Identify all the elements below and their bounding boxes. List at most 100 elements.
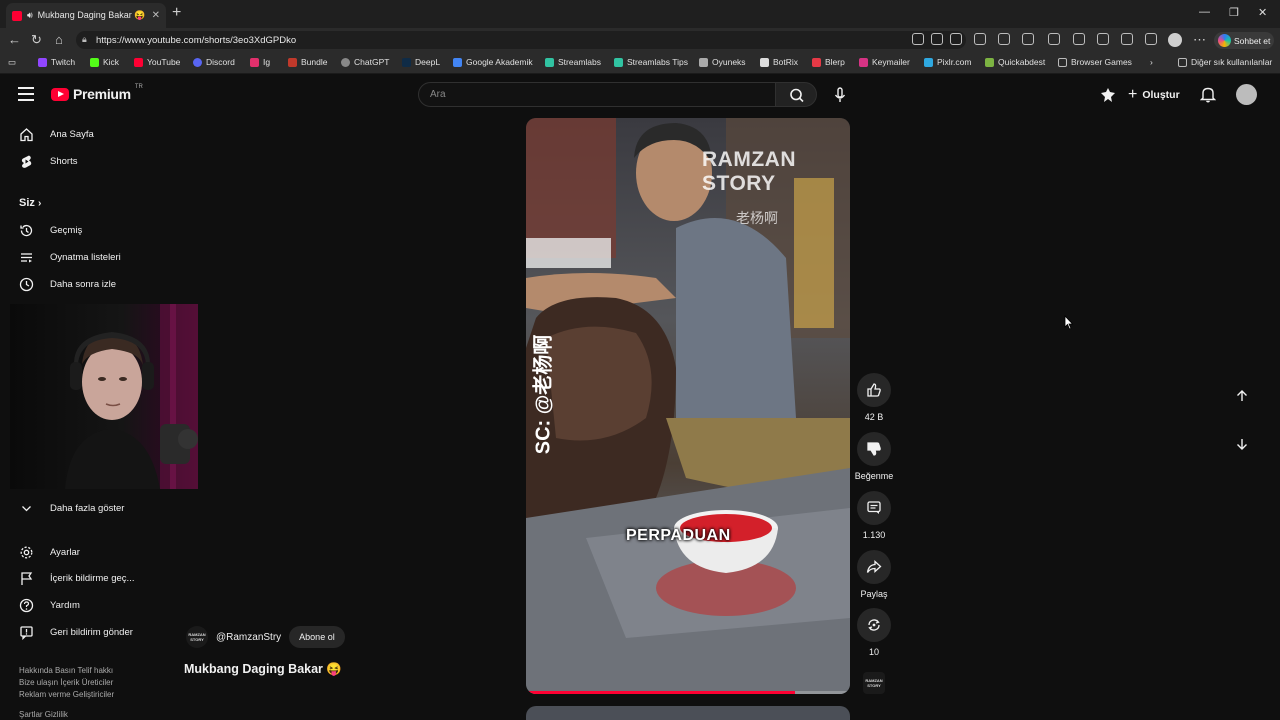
account-avatar[interactable] (1236, 84, 1257, 105)
streamlabs-icon (614, 57, 623, 67)
sidebar-item-feedback[interactable]: Geri bildirim gönder (19, 621, 159, 643)
refresh-button[interactable]: ↻ (31, 32, 42, 48)
favorites-icon[interactable] (1073, 33, 1085, 45)
url-text: https://www.youtube.com/shorts/3eo3XdGPD… (96, 34, 297, 46)
bookmark-youtube[interactable]: YouTube (134, 57, 180, 67)
premium-extension-icon[interactable] (1100, 87, 1116, 108)
extension-icon[interactable] (974, 33, 986, 45)
next-short-button[interactable] (1226, 428, 1258, 460)
sidebar-item-playlists[interactable]: Oynatma listeleri (19, 246, 159, 268)
bookmark-chatgpt[interactable]: ChatGPT (341, 57, 389, 67)
sidebar-section-you[interactable]: Siz › (19, 197, 41, 209)
video-title[interactable]: Mukbang Daging Bakar 😝 (184, 662, 342, 677)
shorts-video-player[interactable]: RAMZAN STORY 老杨啊 SC: @老杨啊 PERPADUAN (526, 118, 850, 694)
channel-row: RAMZAN STORY @RamzanStry Abone ol (186, 626, 345, 648)
bookmark-quickabdest[interactable]: Quickabdest (985, 57, 1045, 67)
sidebar-item-watch-later[interactable]: Daha sonra izle (19, 273, 159, 295)
sidebar-item-help[interactable]: Yardım (19, 594, 159, 616)
search-button[interactable] (775, 82, 817, 107)
home-button[interactable]: ⌂ (55, 32, 63, 47)
more-menu-icon[interactable]: ⋯ (1193, 32, 1206, 48)
collections-icon[interactable] (1097, 33, 1109, 45)
sidebar-item-home[interactable]: Ana Sayfa (19, 123, 159, 145)
footer-links[interactable]: Şartlar Gizlilik (19, 710, 68, 719)
like-button[interactable]: 42 B (852, 373, 896, 422)
sidebar-item-history[interactable]: Geçmiş (19, 219, 159, 241)
extensions-puzzle-icon[interactable] (1022, 33, 1034, 45)
favorite-star-icon[interactable] (950, 33, 962, 45)
dislike-button[interactable]: Beğenme (852, 432, 896, 481)
downloads-icon[interactable] (1121, 33, 1133, 45)
streamer-webcam-overlay (10, 304, 198, 489)
comments-button[interactable]: 1.130 (852, 491, 896, 540)
minimize-button[interactable]: — (1199, 6, 1210, 18)
footer-links[interactable]: Hakkında Basın Telif hakkı (19, 666, 113, 675)
arrow-down-icon (1237, 439, 1247, 450)
footer-links[interactable]: Bize ulaşın İçerik Üreticiler (19, 678, 113, 687)
bookmark-oyuneks[interactable]: Oyuneks (699, 57, 746, 67)
search-input[interactable]: Ara (418, 82, 776, 107)
next-short-preview[interactable] (526, 706, 850, 720)
bookmark-kick[interactable]: Kick (90, 57, 119, 67)
bookmark-blerp[interactable]: Blerp (812, 57, 845, 67)
video-progress-bar[interactable] (526, 691, 850, 694)
chevron-right-icon: › (37, 198, 42, 209)
kick-icon (90, 57, 99, 67)
sidebar-show-more[interactable]: Daha fazla göster (19, 497, 159, 519)
blerp-icon (812, 57, 821, 67)
bookmark-streamlabs-tips[interactable]: Streamlabs Tips (614, 57, 688, 67)
other-bookmarks[interactable]: Diğer sık kullanılanlar (1178, 57, 1272, 67)
copilot-button[interactable]: Sohbet et (1214, 32, 1274, 49)
install-app-icon[interactable] (912, 33, 924, 45)
sidebar-toggle-icon[interactable]: ▭ (8, 57, 16, 68)
maximize-button[interactable]: ❐ (1229, 6, 1239, 19)
bookmark-google-akademik[interactable]: Google Akademik (453, 57, 533, 67)
video-watermark-cn: 老杨啊 (736, 210, 778, 226)
remix-icon (868, 619, 880, 631)
new-tab-button[interactable]: + (172, 4, 181, 22)
close-tab-icon[interactable]: ✕ (152, 10, 160, 21)
bookmark-deepl[interactable]: DeepL (402, 57, 440, 67)
sidebar-item-label: Yardım (50, 599, 80, 611)
bookmark-twitch[interactable]: Twitch (38, 57, 75, 67)
voice-search-button[interactable] (829, 85, 851, 105)
browser-tab[interactable]: 🔊︎ Mukbang Daging Bakar 😝 - YouTube ✕ (6, 3, 166, 28)
sidebar-item-settings[interactable]: Ayarlar (19, 541, 159, 563)
channel-name[interactable]: @RamzanStry (216, 632, 281, 643)
url-field[interactable]: 🔒︎ https://www.youtube.com/shorts/3eo3Xd… (76, 31, 966, 49)
bookmark-keymailer[interactable]: Keymailer (859, 57, 910, 67)
share-icon[interactable] (1145, 33, 1157, 45)
hamburger-menu-icon[interactable] (18, 87, 34, 101)
extension-icon[interactable] (998, 33, 1010, 45)
speaker-icon[interactable]: 🔊︎ (27, 10, 33, 21)
bookmark-pixlr[interactable]: Pixlr.com (924, 57, 971, 67)
channel-avatar[interactable]: RAMZAN STORY (186, 626, 208, 648)
sidebar-item-shorts[interactable]: Shorts (19, 150, 159, 172)
sound-channel-thumbnail[interactable]: RAMZAN STORY (863, 672, 885, 694)
create-button[interactable]: + Oluştur (1128, 86, 1180, 104)
bookmark-browser-games[interactable]: Browser Games (1058, 57, 1132, 67)
back-button[interactable]: ← (8, 32, 21, 47)
footer-links[interactable]: Reklam verme Geliştiriciler (19, 690, 114, 699)
google-scholar-icon (453, 57, 462, 67)
sidebar-item-report-history[interactable]: İçerik bildirme geç... (19, 567, 159, 589)
comment-icon (867, 501, 881, 514)
bookmark-bundle[interactable]: Bundle (288, 57, 327, 67)
youtube-premium-logo[interactable]: Premium TR (51, 84, 143, 102)
notifications-button[interactable] (1199, 86, 1217, 108)
bookmarks-overflow-icon[interactable]: › (1150, 57, 1153, 67)
tab-title: Mukbang Daging Bakar 😝 - YouTube (37, 10, 147, 20)
bookmark-botrix[interactable]: BotRix (760, 57, 798, 67)
remix-button[interactable]: 10 (852, 608, 896, 657)
split-screen-icon[interactable] (1048, 33, 1060, 45)
previous-short-button[interactable] (1226, 380, 1258, 412)
tracking-icon[interactable] (931, 33, 943, 45)
share-button[interactable]: Paylaş (852, 550, 896, 599)
bookmark-ig[interactable]: Ig (250, 57, 270, 67)
discord-icon (193, 57, 202, 67)
close-window-button[interactable]: ✕ (1258, 6, 1267, 19)
bookmark-discord[interactable]: Discord (193, 57, 235, 67)
bookmark-streamlabs[interactable]: Streamlabs (545, 57, 601, 67)
profile-avatar[interactable] (1168, 33, 1182, 47)
subscribe-button[interactable]: Abone ol (289, 626, 345, 648)
